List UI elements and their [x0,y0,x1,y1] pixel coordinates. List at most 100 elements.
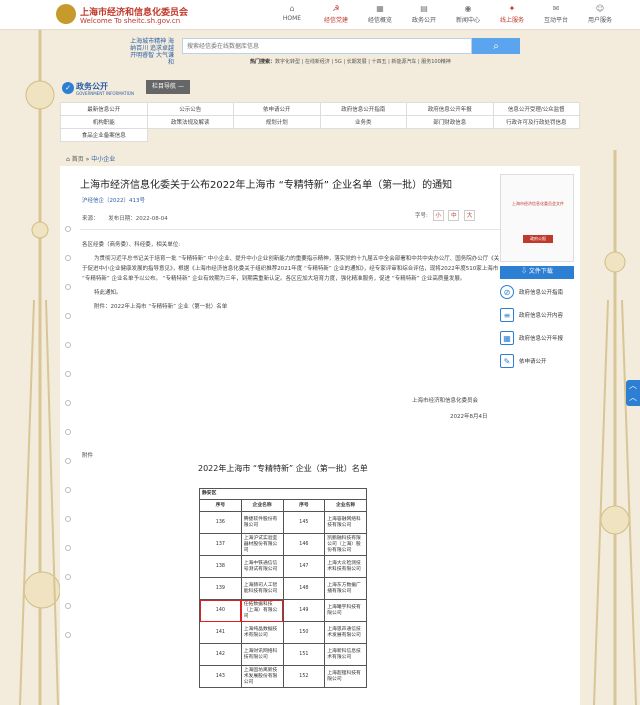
article-meta: 来源： 发布日期：2022-08-04 [82,214,168,222]
chat-icon: ✉ [552,4,560,13]
breadcrumb-current[interactable]: 中小企业 [91,156,115,163]
font-medium-button[interactable]: 中 [448,210,460,221]
nav-label: 互动平台 [543,17,568,24]
row-number: 140 [199,599,242,622]
hot-search-terms[interactable]: 数字化转型 | 在线新经济 | 5G | 长期发展 | 十四五 | 新能源汽车 … [275,59,451,65]
column-nav-button[interactable]: 栏目导航 — [146,80,190,94]
row-number: 151 [282,643,326,666]
download-button[interactable]: ⇩ 文件下载 [500,266,574,279]
tower-illustration-left [19,0,60,705]
font-size-control: 字号: 小 中 大 [415,210,476,221]
menu-item[interactable]: 公示公告 [146,102,234,116]
user-icon: ☺ [595,4,605,13]
menu-item[interactable]: 食品企业备案信息 [60,128,148,142]
table-row: 143 上海固坊离新技术发展股份有限公司 152 上海超锂科技有限公司 [199,665,367,688]
timeline-dot [65,429,71,435]
sidebar-link-label: 政府信息公开内容 [519,313,564,319]
article-sidebar: 上海市经济信息化委员会文件 政府公报 ⇩ 文件下载 ⊘ 政府信息公开指南 ≡ 政府信… [500,174,574,371]
font-small-button[interactable]: 小 [432,210,444,221]
company-name: 上海新科信息技术有限公司 [324,643,367,666]
title-divider [80,229,500,230]
menu-item[interactable]: 规划计划 [233,115,321,129]
city-slogan: 上海城市精神 海纳百川 追求卓越 开明睿智 大气谦和 [130,38,174,66]
sidebar-link-application[interactable]: ✎ 依申请公开 [500,351,574,371]
timeline-dot [65,516,71,522]
building-icon: ▦ [376,4,384,13]
sign-date: 2022年8月4日 [450,414,488,420]
row-number: 143 [199,665,242,688]
menu-item[interactable]: 依申请公开 [233,102,321,116]
row-number: 142 [199,643,242,666]
company-name: 上海中铁通信信号测试有限公司 [240,555,284,578]
row-number: 146 [282,533,326,556]
menu-item[interactable]: 业务类 [319,115,407,129]
row-number: 138 [199,555,242,578]
nav-gov-info[interactable]: ▤ 政务公开 [402,3,446,24]
document-cover[interactable]: 上海市经济信息化委员会文件 政府公报 [500,174,574,262]
site-logo[interactable] [56,4,76,24]
menu-item[interactable]: 机构职能 [60,115,148,129]
company-name: 上海固坊离新技术发展股份有限公司 [240,665,284,688]
list-title: 2022年上海市 “专精特新” 企业（第一批）名单 [198,464,368,473]
menu-item[interactable]: 政策法规及解读 [146,115,234,129]
timeline-dots [65,226,75,661]
menu-item[interactable]: 最新信息公开 [60,102,148,116]
sidebar-link-annual-report[interactable]: ▦ 政府信息公开年报 [500,328,574,348]
nav-interact[interactable]: ✉ 互动平台 [534,3,578,24]
article-panel: 上海市经济信息化委关于公布2022年上海市 “专精特新” 企业名单（第一批）的通… [60,166,580,705]
sidebar-link-guide[interactable]: ⊘ 政府信息公开指南 [500,282,574,302]
nav-service[interactable]: ✦ 线上服务 [490,3,534,24]
font-size-label: 字号: [415,213,428,219]
menu-item[interactable]: 部门财政信息 [406,115,494,129]
timeline-dot [65,342,71,348]
company-name: 上海东方数据广播有限公司 [324,577,367,600]
table-row: 137 上海沪试实验室器材股份有限公司 146 凯鹏融科技有限公司（上海）股份有限公… [199,533,367,556]
menu-item[interactable]: 政府信息公开指南 [319,102,407,116]
breadcrumb-sep: » [85,156,90,163]
nav-party[interactable]: ☭ 经信党建 [314,3,358,24]
col-header: 企业名称 [324,499,367,512]
col-header: 企业名称 [240,499,284,512]
breadcrumb-home[interactable]: 首页 [72,156,84,163]
enterprise-table: 静安区 序号 企业名称 序号 企业名称 136 腾捷软件股份有限公司 145 上海容… [199,488,367,688]
left-background [0,0,60,705]
gov-info-subtitle: GOVERNMENT INFORMATION [76,91,134,96]
company-name: 上海财讯网络科技有限公司 [240,643,284,666]
row-number: 137 [199,533,242,556]
nav-overview[interactable]: ▦ 经信概览 [358,3,402,24]
sidebar-link-label: 依申请公开 [519,359,547,365]
menu-empty [320,129,407,142]
district-header: 静安区 [199,488,367,500]
menu-empty [234,129,321,142]
menu-item[interactable]: 信息公开受理/公众监督 [492,102,580,116]
main-nav: ⌂ HOME ☭ 经信党建 ▦ 经信概览 ▤ 政务公开 ◉ 新闻中心 ✦ 线上服务 ✉ 互动平… [270,3,622,24]
nav-label: 新闻中心 [455,17,480,24]
home-icon: ⌂ [289,4,295,13]
nav-label: 用户服务 [587,17,612,24]
timeline-dot [65,487,71,493]
row-number: 149 [282,599,326,622]
menu-item[interactable]: 政府信息公开年报 [406,102,494,116]
table-row-highlighted: 140 任拓数据科技（上海）有限公司 149 上海曦宇科技有限公司 [199,599,367,622]
nav-label: 经信概览 [367,17,392,24]
search-input[interactable] [182,38,472,54]
sidebar-link-content[interactable]: ≡ 政府信息公开内容 [500,305,574,325]
menu-item[interactable]: 行政许可及行政处罚信息 [492,115,580,129]
font-large-button[interactable]: 大 [464,210,476,221]
list-icon: ≡ [500,308,514,322]
news-icon: ◉ [464,4,472,13]
timeline-dot [65,632,71,638]
back-to-top-button[interactable]: ︿ ︿ [626,380,640,406]
site-subtitle: Welcome To sheitc.sh.gov.cn [80,17,181,25]
gov-info-menu: 最新信息公开 公示公告 依申请公开 政府信息公开指南 政府信息公开年报 信息公开… [60,102,580,142]
publish-date: 发布日期：2022-08-04 [108,216,168,222]
gov-info-header: ✓ 政务公开 GOVERNMENT INFORMATION 栏目导航 — [60,78,580,100]
nav-news[interactable]: ◉ 新闻中心 [446,3,490,24]
search-button[interactable]: ⌕ [472,38,520,54]
company-name: 腾捷软件股份有限公司 [240,511,284,534]
doc-icon: ▤ [420,4,428,13]
gov-info-icon: ✓ [62,82,74,94]
attachment-link[interactable]: 附件：2022年上海市 “专精特新” 企业（第一批）名单 [82,302,500,312]
nav-home[interactable]: ⌂ HOME [270,3,314,24]
nav-user[interactable]: ☺ 用户服务 [578,3,622,24]
